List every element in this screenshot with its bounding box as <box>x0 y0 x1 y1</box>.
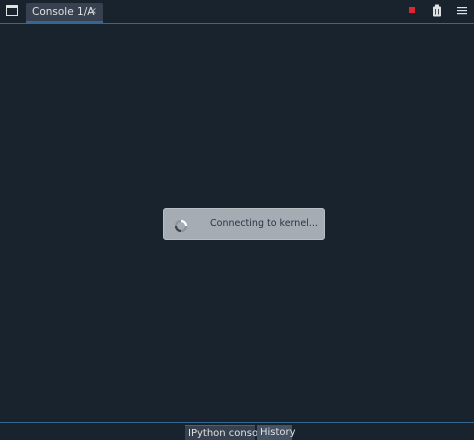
tab-console-1a[interactable]: Console 1/A × <box>26 3 103 23</box>
browse-tabs-icon[interactable] <box>5 4 18 17</box>
tab-ipython-console[interactable]: IPython console <box>185 425 267 440</box>
tab-label: Console 1/A <box>32 6 95 18</box>
clear-console-icon[interactable] <box>430 3 444 17</box>
tab-history[interactable]: History <box>257 425 296 440</box>
close-icon[interactable]: × <box>89 6 97 17</box>
connecting-dialog: Connecting to kernel... <box>163 208 325 240</box>
loading-spinner-icon <box>174 218 188 233</box>
ipython-console-pane: Console 1/A × Connecting to kernel... IP… <box>0 0 474 440</box>
bottom-divider <box>0 422 474 423</box>
options-menu-icon[interactable] <box>455 3 469 17</box>
connecting-message: Connecting to kernel... <box>210 218 318 229</box>
tab-bar-divider <box>0 23 474 24</box>
console-tab-bar: Console 1/A × <box>0 0 474 23</box>
stop-icon[interactable] <box>405 3 419 17</box>
